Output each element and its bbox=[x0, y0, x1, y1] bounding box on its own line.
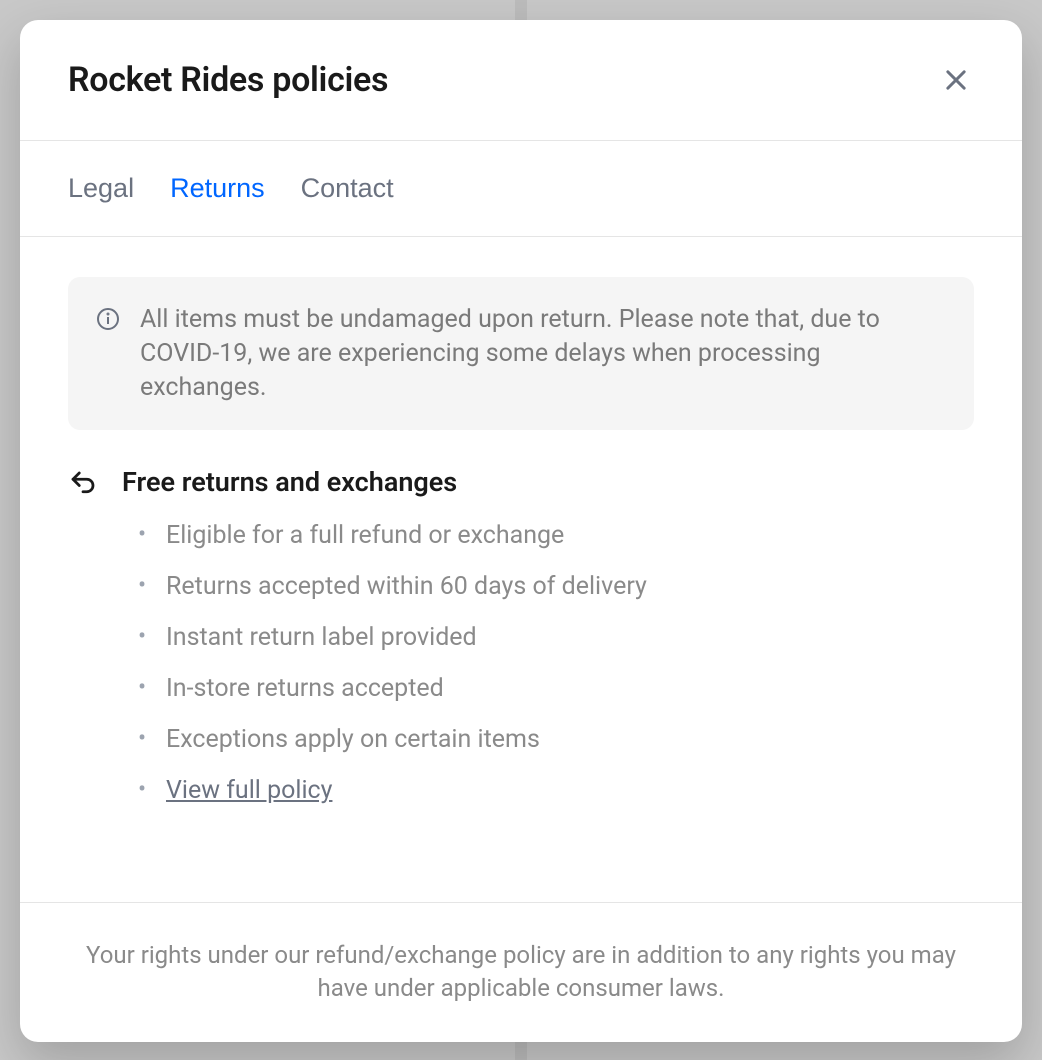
returns-section-content: Free returns and exchanges Eligible for … bbox=[122, 466, 974, 824]
modal-footer: Your rights under our refund/exchange po… bbox=[20, 902, 1022, 1042]
close-icon bbox=[942, 66, 970, 94]
info-banner: All items must be undamaged upon return.… bbox=[68, 277, 974, 430]
tab-bar: Legal Returns Contact bbox=[20, 141, 1022, 237]
return-arrow-icon bbox=[68, 468, 98, 498]
list-item: Eligible for a full refund or exchange bbox=[138, 518, 974, 553]
returns-bullet-list: Eligible for a full refund or exchange R… bbox=[122, 518, 974, 808]
list-item: Returns accepted within 60 days of deliv… bbox=[138, 569, 974, 604]
tab-returns[interactable]: Returns bbox=[170, 173, 265, 204]
list-item: Instant return label provided bbox=[138, 620, 974, 655]
footer-text: Your rights under our refund/exchange po… bbox=[68, 939, 974, 1006]
view-full-policy-link[interactable]: View full policy bbox=[166, 776, 332, 805]
modal-body: All items must be undamaged upon return.… bbox=[20, 237, 1022, 902]
modal-title: Rocket Rides policies bbox=[68, 60, 388, 100]
close-button[interactable] bbox=[938, 62, 974, 98]
info-banner-text: All items must be undamaged upon return.… bbox=[140, 303, 946, 404]
policies-modal: Rocket Rides policies Legal Returns Cont… bbox=[20, 20, 1022, 1042]
list-item: In-store returns accepted bbox=[138, 671, 974, 706]
returns-section-title: Free returns and exchanges bbox=[122, 466, 974, 498]
returns-section: Free returns and exchanges Eligible for … bbox=[68, 466, 974, 824]
modal-header: Rocket Rides policies bbox=[20, 20, 1022, 141]
tab-legal[interactable]: Legal bbox=[68, 173, 134, 204]
tab-contact[interactable]: Contact bbox=[301, 173, 394, 204]
list-item-link: View full policy bbox=[138, 773, 974, 808]
list-item: Exceptions apply on certain items bbox=[138, 722, 974, 757]
info-icon bbox=[96, 307, 120, 331]
